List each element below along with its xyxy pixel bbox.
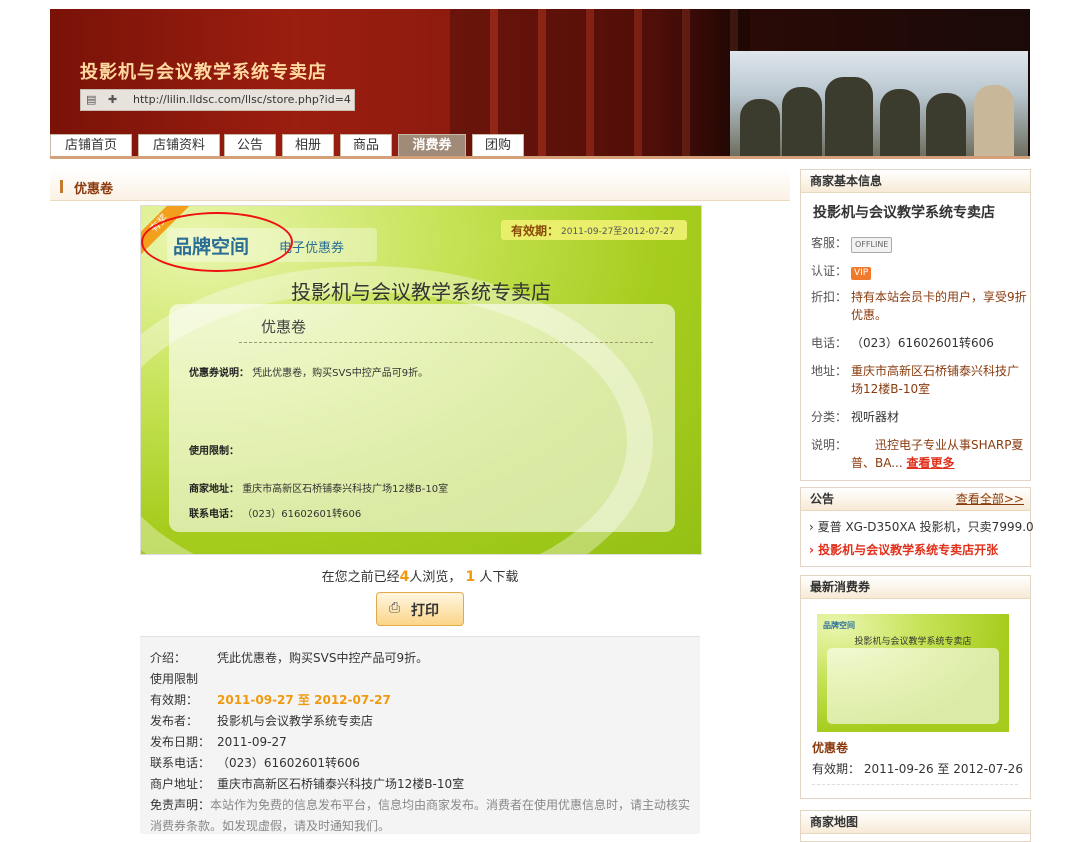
tab-store-info[interactable]: 店铺资料: [138, 134, 220, 158]
detail-address: 商户地址： 重庆市高新区石桥铺泰兴科技广场12楼B-10室: [150, 777, 465, 791]
merchant-info-box: 商家基本信息 投影机与会议教学系统专卖店 客服： OFFLINE 认证： VIP…: [800, 169, 1031, 481]
view-more-link[interactable]: 查看更多: [907, 456, 955, 470]
detail-intro: 介绍： 凭此优惠卷，购买SVS中控产品可9折。: [150, 651, 429, 665]
print-label: 打印: [411, 603, 439, 619]
tab-announcements[interactable]: 公告: [224, 134, 276, 158]
vip-badge: VIP: [851, 267, 872, 280]
detail-phone: 联系电话： （023）61602601转606: [150, 756, 360, 770]
store-url: http://lilin.lldsc.com/llsc/store.php?id…: [133, 93, 351, 106]
copy-icon[interactable]: ▤: [86, 93, 96, 106]
view-download-stats: 在您之前已经4人浏览， 1 人下载: [321, 569, 519, 585]
qq-status-icon[interactable]: OFFLINE: [851, 237, 893, 253]
tab-products[interactable]: 商品: [340, 134, 392, 158]
printer-icon: ⎙: [389, 600, 401, 616]
download-count: 1: [465, 569, 476, 585]
merchant-name[interactable]: 投影机与会议教学系统专卖店: [813, 202, 995, 222]
coupon-address: 商家地址： 重庆市高新区石桥铺泰兴科技广场12楼B-10室: [189, 484, 449, 495]
detail-valid: 有效期： 2011-09-27 至 2012-07-27: [150, 693, 391, 707]
merchant-info-header: 商家基本信息: [801, 170, 1030, 193]
merchant-map-box: 商家地图: [800, 810, 1031, 842]
coupon-panel-title: 优惠卷: [261, 318, 307, 336]
coupon-valid-label: 有效期：: [511, 224, 560, 238]
store-url-bar[interactable]: ▤ ✚ http://lilin.lldsc.com/llsc/store.ph…: [80, 89, 355, 111]
announcement-item[interactable]: › 夏普 XG-D350XA 投影机，只卖7999.0: [809, 518, 1034, 535]
banner-screen-image: [730, 51, 1028, 158]
tab-album[interactable]: 相册: [282, 134, 334, 158]
tab-home[interactable]: 店铺首页: [50, 134, 132, 158]
latest-coupon-valid: 有效期： 2011-09-26 至 2012-07-26: [812, 762, 1023, 776]
coupon-details: 介绍： 凭此优惠卷，购买SVS中控产品可9折。 使用限制 有效期： 2011-09-…: [140, 636, 700, 834]
store-title: 投影机与会议教学系统专卖店: [80, 62, 327, 83]
section-marker: [60, 180, 63, 193]
announcement-item[interactable]: › 投影机与会议教学系统专卖店开张: [809, 541, 998, 558]
tab-coupons[interactable]: 消费券: [398, 134, 466, 158]
announcement-header: 公告 查看全部>>: [801, 488, 1030, 511]
detail-publisher: 发布者： 投影机与会议教学系统专卖店: [150, 714, 374, 728]
coupon-valid-box: 有效期： 2011-09-27至2012-07-27: [501, 220, 687, 240]
coupon-phone: 联系电话： （023）61602601转606: [189, 509, 362, 520]
coupon-limit: 使用限制：: [189, 446, 239, 457]
add-favorite-icon[interactable]: ✚: [108, 93, 117, 106]
detail-limit: 使用限制: [150, 672, 199, 686]
view-all-link[interactable]: 查看全部>>: [956, 488, 1024, 510]
latest-coupon-thumbnail[interactable]: 品牌空间 投影机与会议教学系统专卖店: [817, 614, 1009, 732]
latest-coupons-header: 最新消费券: [801, 576, 1030, 599]
print-button[interactable]: ⎙ 打印: [376, 592, 464, 626]
latest-coupons-box: 最新消费券 品牌空间 投影机与会议教学系统专卖店 优惠卷 有效期： 2011-0…: [800, 575, 1031, 799]
section-title: 优惠卷: [74, 182, 114, 197]
nav-underline: [50, 156, 1030, 159]
coupon-image: 有奖 品牌空间 电子优惠券 有效期： 2011-09-27至2012-07-27…: [140, 205, 702, 555]
announcement-box: 公告 查看全部>> › 夏普 XG-D350XA 投影机，只卖7999.0 › …: [800, 487, 1034, 567]
coupon-divider: [239, 342, 653, 343]
view-count: 4: [399, 569, 410, 585]
detail-date: 发布日期： 2011-09-27: [150, 735, 287, 749]
merchant-map-header: 商家地图: [801, 811, 1030, 834]
coupon-panel: 优惠卷 优惠券说明： 凭此优惠卷，购买SVS中控产品可9折。 使用限制： 商家地…: [169, 304, 675, 532]
tab-group-buy[interactable]: 团购: [472, 134, 524, 158]
coupon-valid-range: 2011-09-27至2012-07-27: [561, 227, 675, 237]
detail-disclaimer: 免责声明：本站作为免费的信息发布平台，信息均由商家发布。消费者在使用优惠信息时，…: [150, 798, 691, 833]
coupon-store-title: 投影机与会议教学系统专卖店: [291, 280, 551, 304]
coupon-desc: 优惠券说明： 凭此优惠卷，购买SVS中控产品可9折。: [189, 368, 429, 379]
section-header: 优惠卷: [50, 170, 790, 201]
latest-coupon-name[interactable]: 优惠卷: [812, 739, 848, 756]
red-highlight-circle: [141, 212, 293, 272]
